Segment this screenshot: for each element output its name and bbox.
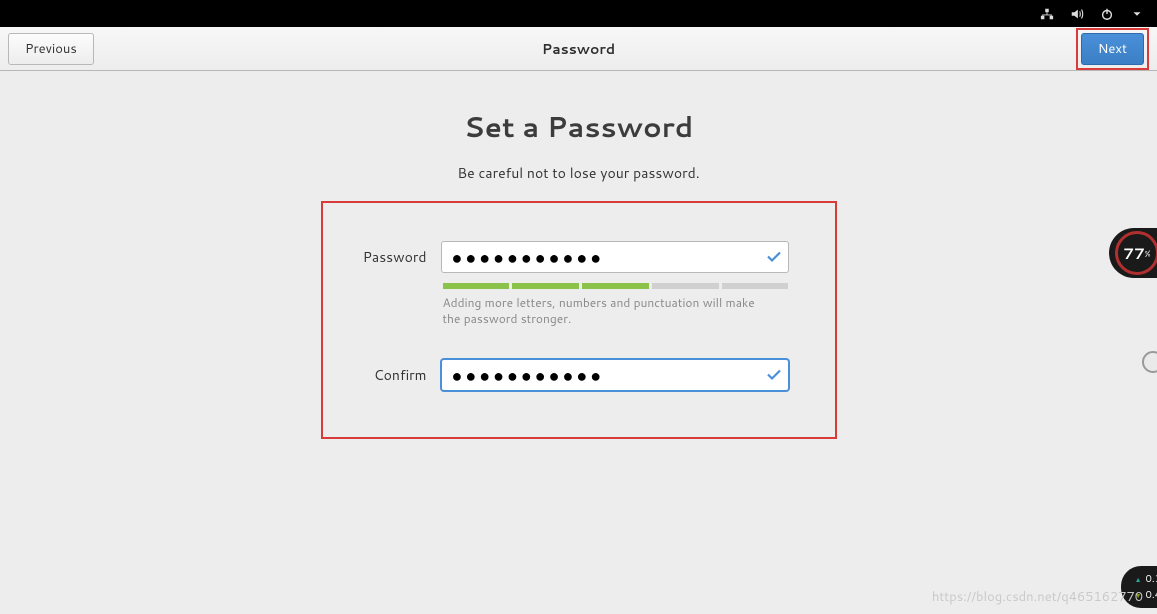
page-title: Set a Password (0, 107, 1157, 147)
strength-seg (582, 283, 649, 289)
strength-hint: Adding more letters, numbers and punctua… (323, 295, 835, 327)
strength-seg (652, 283, 719, 289)
net-up: 0.1 (1135, 571, 1157, 587)
next-button-highlight: Next (1076, 28, 1149, 70)
confirm-input[interactable] (441, 359, 789, 391)
strength-seg (512, 283, 579, 289)
cpu-value: 77% (1115, 231, 1157, 275)
network-icon[interactable] (1039, 6, 1055, 22)
next-button[interactable]: Next (1081, 33, 1144, 65)
password-label: Password (343, 247, 427, 267)
header-bar: Previous Password Next (0, 27, 1157, 71)
confirm-label: Confirm (343, 365, 427, 385)
page-subtitle: Be careful not to lose your password. (0, 163, 1157, 183)
password-form-highlight: Password Adding more letters, numbers an… (321, 201, 837, 439)
content-area: Set a Password Be careful not to lose yo… (0, 71, 1157, 614)
check-icon (767, 364, 781, 387)
volume-icon[interactable] (1069, 6, 1085, 22)
strength-meter (323, 283, 835, 289)
chevron-down-icon[interactable] (1129, 6, 1145, 22)
round-knob-icon (1142, 351, 1157, 373)
confirm-row: Confirm (323, 359, 835, 391)
password-row: Password (323, 241, 835, 273)
power-icon[interactable] (1099, 6, 1115, 22)
system-top-bar (0, 0, 1157, 27)
watermark-text: https://blog.csdn.net/q465162770 (932, 588, 1143, 606)
strength-seg (722, 283, 789, 289)
password-input[interactable] (441, 241, 789, 273)
check-icon (767, 246, 781, 269)
header-title: Password (542, 39, 615, 59)
previous-button[interactable]: Previous (8, 33, 94, 65)
cpu-gauge: 77% CP (1109, 228, 1157, 278)
strength-seg (443, 283, 510, 289)
